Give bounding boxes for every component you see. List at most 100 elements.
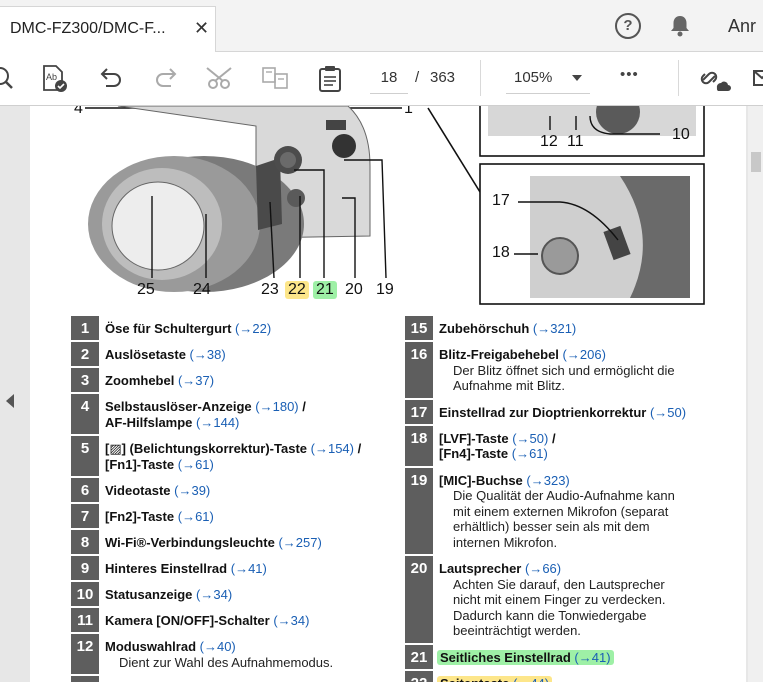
legend-number: 16 — [405, 342, 433, 399]
legend-number: 13 — [71, 676, 99, 682]
more-options-icon[interactable]: ••• — [620, 66, 639, 83]
extract-page-icon[interactable] — [260, 62, 292, 94]
legend-title-text: [▨] (Belichtungskorrektur)-Taste — [105, 441, 308, 456]
cut-scissors-icon[interactable] — [205, 62, 237, 94]
legend-number: 17 — [405, 399, 433, 425]
legend-title: Seitentaste (→44) — [437, 675, 553, 682]
legend-title: Wi-Fi®-Verbindungsleuchte (→257) — [105, 535, 322, 550]
clipboard-icon[interactable] — [315, 62, 345, 94]
legend-number: 22 — [405, 670, 433, 682]
zoom-dropdown[interactable]: 105% — [506, 62, 590, 94]
page-number-input[interactable] — [370, 62, 408, 94]
close-tab-icon[interactable]: ✕ — [194, 18, 209, 39]
toolbar-divider — [678, 60, 679, 96]
user-account-name[interactable]: Anr — [728, 16, 756, 37]
legend-title-secondary: [Fn4]-Taste (→61) — [439, 446, 548, 461]
legend-number: 11 — [71, 608, 99, 633]
legend-row: 9 Hinteres Einstellrad (→41) — [71, 556, 401, 581]
page-reference-link[interactable]: (→37) — [178, 373, 214, 388]
legend-description: Dadurch kann die Tonwiedergabe — [453, 607, 647, 623]
legend-title: [▨] (Belichtungskorrektur)-Taste (→154) … — [105, 441, 362, 456]
page-reference-link[interactable]: (→40) — [200, 639, 236, 654]
legend-title: Selbstauslöser-Anzeige (→180) / — [105, 399, 306, 414]
legend-description: mit einem externen Mikrofon (separat — [453, 503, 669, 519]
page-reference-link[interactable]: (→22) — [235, 321, 271, 336]
page-reference-link[interactable]: (→257) — [278, 535, 321, 550]
diagram-label: 19 — [376, 281, 394, 298]
page-reference-link[interactable]: (→61) — [512, 446, 548, 461]
page-reference-link[interactable]: (→66) — [525, 561, 561, 576]
zoom-search-icon[interactable] — [0, 62, 18, 94]
legend-title-text: Zubehörschuh — [439, 321, 530, 336]
svg-text:Ab: Ab — [46, 72, 57, 82]
mail-icon[interactable] — [752, 62, 763, 94]
legend-row: 2 Auslösetaste (→38) — [71, 342, 401, 367]
legend-row: 19 [MIC]-Buchse (→323) Die Qualität der Au… — [405, 467, 745, 555]
legend-row: 15 Zubehörschuh (→321) — [405, 316, 745, 341]
page-reference-link[interactable]: (→34) — [196, 587, 232, 602]
legend-number: 4 — [71, 394, 99, 435]
legend-title: [Fn2]-Taste (→61) — [105, 509, 214, 524]
legend-number: 19 — [405, 467, 433, 555]
legend-title: Kamera [ON/OFF]-Schalter (→34) — [105, 613, 309, 628]
legend-title: Auslösetaste (→38) — [105, 347, 226, 362]
pdf-page: 4 1 12 11 10 17 18 25 24 23 22 21 20 19 … — [30, 106, 746, 682]
legend-number: 5 — [71, 436, 99, 477]
page-reference-link[interactable]: (→50) — [650, 405, 686, 420]
redo-icon[interactable] — [152, 62, 182, 94]
legend-number: 21 — [405, 644, 433, 670]
spellcheck-document-icon[interactable]: Ab — [40, 62, 70, 94]
legend-title: Moduswahlrad (→40) — [105, 639, 236, 654]
page-reference-link[interactable]: (→321) — [533, 321, 576, 336]
page-reference-link[interactable]: (→61) — [178, 457, 214, 472]
legend-title-text: Selbstauslöser-Anzeige — [105, 399, 252, 414]
legend-title: Zubehörschuh (→321) — [439, 321, 576, 336]
legend-row: 16 Blitz-Freigabehebel (→206) Der Blitz öf… — [405, 342, 745, 399]
legend-title-text: Statusanzeige — [105, 587, 193, 602]
legend-row: 7 [Fn2]-Taste (→61) — [71, 504, 401, 529]
legend-title: Hinteres Einstellrad (→41) — [105, 561, 267, 576]
camera-diagram-illustration — [85, 106, 705, 305]
legend-number: 20 — [405, 556, 433, 644]
legend-row: 10 Statusanzeige (→34) — [71, 582, 401, 607]
diagram-label: 20 — [345, 281, 363, 298]
page-reference-link[interactable]: (→41) — [574, 650, 610, 665]
legend-table-left: 1 Öse für Schultergurt (→22) 2 Auslösetaste… — [71, 316, 401, 682]
undo-icon[interactable] — [95, 62, 125, 94]
page-reference-link[interactable]: (→39) — [174, 483, 210, 498]
page-reference-link[interactable]: (→61) — [178, 509, 214, 524]
diagram-label: 1 — [404, 106, 413, 117]
page-reference-link[interactable]: (→38) — [190, 347, 226, 362]
legend-title-text: [LVF]-Taste — [439, 430, 509, 446]
page-reference-link[interactable]: (→180) — [255, 399, 298, 414]
legend-row: 17 Einstellrad zur Dioptrienkorrektur (→5… — [405, 399, 745, 425]
page-reference-link[interactable]: (→41) — [231, 561, 267, 576]
page-reference-link[interactable]: (→323) — [526, 473, 569, 488]
share-link-icon[interactable] — [697, 62, 731, 94]
document-viewport[interactable]: 4 1 12 11 10 17 18 25 24 23 22 21 20 19 … — [0, 106, 763, 682]
page-reference-link[interactable]: (→154) — [311, 441, 354, 456]
diagram-label: 17 — [492, 192, 510, 209]
previous-page-arrow-icon[interactable] — [6, 394, 14, 408]
page-reference-link[interactable]: (→34) — [273, 613, 309, 628]
diagram-label: 4 — [74, 106, 83, 117]
legend-title: Seitliches Einstellrad (→41) — [437, 649, 614, 665]
vertical-scrollbar[interactable] — [748, 106, 763, 682]
legend-number: 15 — [405, 316, 433, 341]
legend-title-secondary: [Fn1]-Taste (→61) — [105, 457, 214, 472]
page-reference-link[interactable]: (→144) — [196, 415, 239, 430]
legend-title-text: [Fn2]-Taste — [105, 509, 175, 524]
page-reference-link[interactable]: (→50) — [512, 431, 548, 446]
notification-bell-icon[interactable] — [667, 13, 693, 39]
help-icon[interactable]: ? — [615, 13, 641, 39]
toolbar-divider — [480, 60, 481, 96]
scrollbar-thumb[interactable] — [751, 152, 761, 172]
chevron-down-icon — [572, 75, 582, 81]
legend-title-text: [MIC]-Buchse — [439, 472, 523, 488]
page-reference-link[interactable]: (→44) — [513, 676, 549, 682]
legend-number: 18 — [405, 425, 433, 467]
legend-row: 21 Seitliches Einstellrad (→41) — [405, 644, 745, 670]
legend-row: 6 Videotaste (→39) — [71, 478, 401, 503]
page-reference-link[interactable]: (→206) — [563, 347, 606, 362]
document-tab[interactable]: DMC-FZ300/DMC-F... ✕ — [0, 6, 216, 52]
